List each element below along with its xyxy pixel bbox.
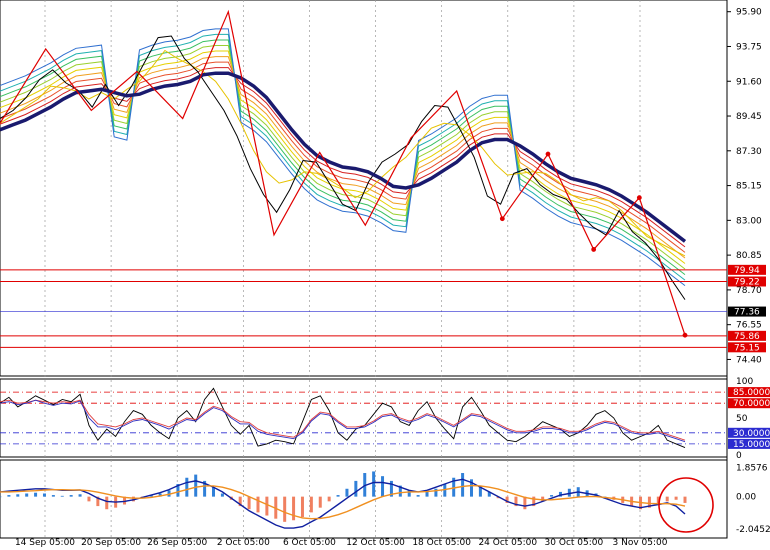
macd-histogram-bar (212, 487, 216, 497)
macd-histogram-bar (354, 480, 358, 497)
x-tick-label: 6 Oct 05:00 (283, 538, 336, 548)
rsi-level-label: 85.0000 (733, 388, 770, 398)
macd-histogram-bar (665, 496, 669, 502)
macd-histogram-bar (372, 471, 376, 497)
level-label: 75.15 (734, 343, 760, 353)
macd-histogram-bar (345, 488, 349, 497)
macd-histogram-bar (327, 496, 331, 502)
macd-histogram-bar (550, 495, 554, 497)
macd-histogram-bar (292, 496, 296, 521)
macd-histogram-bar (105, 496, 109, 510)
macd-histogram-bar (256, 496, 260, 513)
x-tick-label: 18 Oct 05:00 (412, 538, 471, 548)
macd-histogram-bar (220, 493, 224, 497)
macd-histogram-bar (336, 495, 340, 497)
y-tick-label: 85.15 (736, 182, 762, 192)
rsi-tick-label: 100 (736, 377, 753, 387)
y-tick-label: 91.60 (736, 77, 762, 87)
x-tick-label: 14 Sep 05:00 (15, 538, 75, 548)
rsi-level-label: 15.0000 (733, 440, 770, 450)
macd-histogram-bar (300, 496, 304, 518)
level-label: 79.94 (734, 266, 760, 276)
level-label: 79.22 (734, 277, 760, 287)
rsi-tick-label: 0 (736, 451, 742, 461)
rsi-level-label: 30.0000 (733, 429, 770, 439)
y-tick-label: 93.75 (736, 42, 762, 52)
macd-histogram-bar (265, 496, 269, 516)
chart-background (0, 0, 770, 550)
macd-histogram-bar (683, 496, 687, 503)
zigzag-marker (591, 247, 597, 252)
y-tick-label: 89.45 (736, 112, 762, 122)
x-tick-label: 30 Oct 05:00 (545, 538, 604, 548)
macd-histogram-bar (309, 496, 313, 513)
y-tick-label: 87.30 (736, 147, 762, 157)
macd-histogram-bar (318, 496, 322, 508)
x-tick-label: 12 Oct 05:00 (346, 538, 405, 548)
macd-histogram-bar (247, 496, 251, 510)
macd-tick-label: -2.0452 (736, 525, 770, 535)
macd-histogram-bar (34, 492, 38, 497)
zigzag-marker (636, 195, 642, 201)
x-tick-label: 3 Nov 05:00 (613, 538, 668, 548)
rsi-tick-label: 50 (736, 414, 748, 424)
level-label: 77.36 (734, 308, 760, 318)
y-tick-label: 74.40 (736, 355, 762, 365)
macd-histogram-bar (7, 495, 11, 497)
macd-tick-label: 1.8576 (736, 463, 768, 473)
x-tick-label: 24 Oct 05:00 (478, 538, 537, 548)
y-tick-label: 83.00 (736, 216, 762, 226)
y-tick-label: 95.90 (736, 8, 762, 18)
macd-histogram-bar (42, 493, 46, 497)
macd-histogram-bar (87, 496, 91, 502)
macd-histogram-bar (674, 496, 678, 500)
x-tick-label: 2 Oct 05:00 (217, 538, 270, 548)
macd-histogram-bar (381, 476, 385, 497)
chart-canvas[interactable]: 95.90 93.75 91.60 89.45 87.30 85.15 83.00 80.85… (0, 0, 770, 550)
macd-tick-label: 0.00 (736, 493, 756, 503)
macd-histogram-bar (69, 495, 73, 497)
macd-histogram-bar (283, 496, 287, 522)
y-tick-label: 80.85 (736, 251, 762, 261)
macd-histogram-bar (194, 474, 198, 497)
level-label: 75.86 (734, 332, 760, 342)
macd-histogram-bar (425, 491, 429, 497)
macd-histogram-bar (0, 496, 2, 498)
zigzag-marker (499, 216, 505, 222)
zigzag-marker (545, 151, 551, 157)
macd-histogram-bar (25, 493, 29, 497)
macd-histogram-bar (78, 494, 82, 497)
x-tick-label: 20 Sep 05:00 (81, 538, 141, 548)
macd-histogram-bar (51, 495, 55, 497)
macd-histogram-bar (461, 473, 465, 497)
macd-histogram-bar (523, 496, 527, 510)
macd-histogram-bar (16, 494, 20, 497)
macd-histogram-bar (416, 495, 420, 497)
macd-histogram-bar (60, 495, 64, 497)
zigzag-marker (682, 332, 688, 338)
rsi-level-label: 70.0000 (733, 399, 770, 409)
x-tick-label: 26 Sep 05:00 (147, 538, 207, 548)
y-tick-label: 76.55 (736, 321, 762, 331)
macd-histogram-bar (185, 477, 189, 497)
